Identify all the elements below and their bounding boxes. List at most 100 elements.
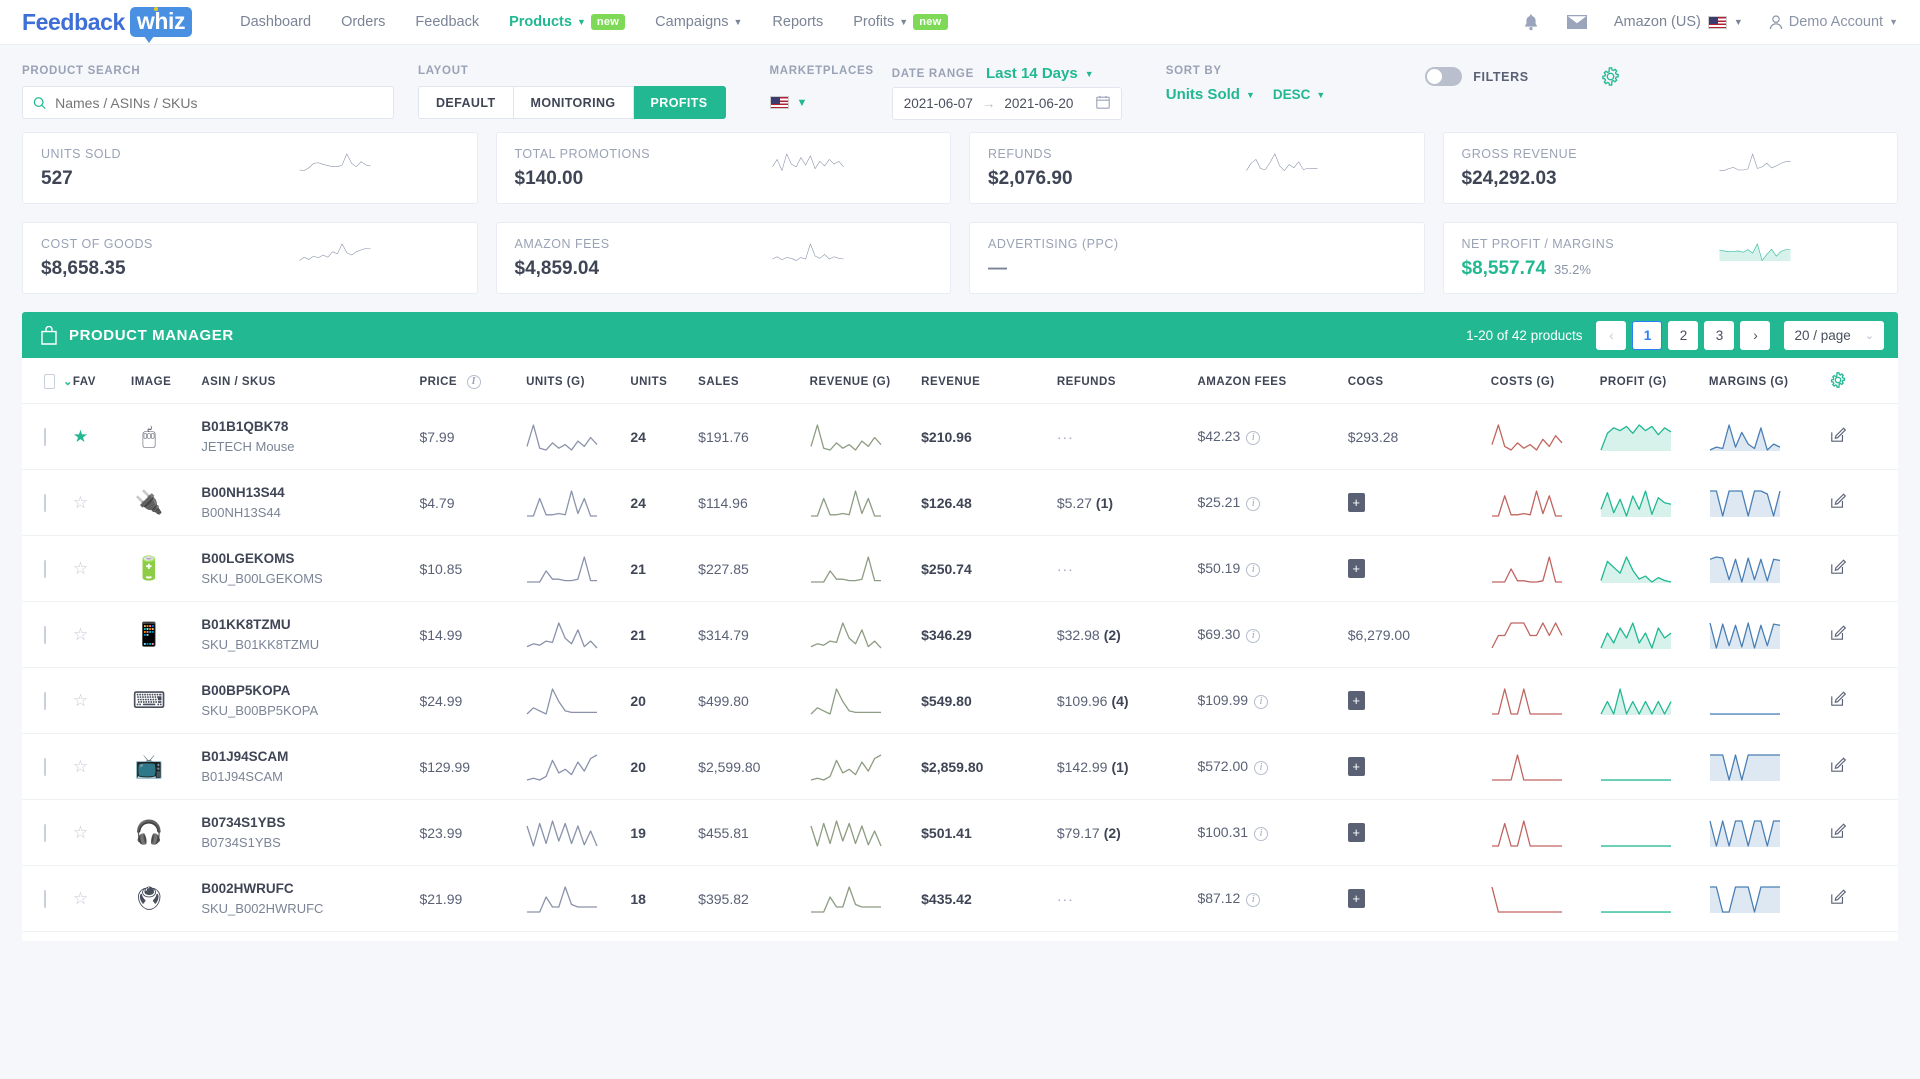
row-asin-cell[interactable]: B0734S1YBS B0734S1YBS [201, 799, 420, 866]
marketplace-selector[interactable]: Amazon (US) ▼ [1614, 14, 1743, 30]
table-row[interactable]: ★📱B01J94T1Z2B01J94T1Z2$99.99 18$1,799.82 $… [22, 931, 1898, 941]
info-icon[interactable]: i [1254, 694, 1269, 709]
header-costs-g[interactable]: COSTS (G) [1490, 358, 1600, 404]
nav-item-products[interactable]: Products ▼ new [509, 14, 626, 30]
pagination-page-3[interactable]: 3 [1704, 320, 1735, 350]
pagination-next-button[interactable]: › [1740, 320, 1771, 350]
row-checkbox[interactable] [44, 757, 46, 776]
row-checkbox[interactable] [44, 493, 46, 512]
pagination-page-2[interactable]: 2 [1668, 320, 1699, 350]
date-range-input[interactable]: 2021-06-07 → 2021-06-20 [891, 87, 1122, 120]
notifications-bell-icon[interactable] [1522, 13, 1540, 32]
date-range-preset[interactable]: Last 14 Days ▼ [986, 65, 1094, 82]
favorite-star-icon[interactable]: ☆ [73, 559, 88, 578]
info-icon[interactable]: i [1246, 892, 1261, 907]
nav-item-reports[interactable]: Reports [772, 14, 823, 30]
header-price[interactable]: PRICE i [419, 358, 527, 404]
product-thumbnail[interactable]: 🖲 [131, 883, 167, 915]
edit-row-icon[interactable] [1830, 625, 1847, 641]
row-checkbox[interactable] [44, 559, 46, 578]
info-icon[interactable]: i [1246, 496, 1261, 511]
header-revenue-g[interactable]: REVENUE (G) [809, 358, 922, 404]
table-row[interactable]: ☆ 🖲 B002HWRUFC SKU_B002HWRUFC $21.99 18 $395.8… [22, 865, 1898, 932]
row-asin-cell[interactable]: B01KK8TZMU SKU_B01KK8TZMU [201, 601, 420, 668]
table-row[interactable]: ★ 🖱 B01B1QBK78 JETECH Mouse $7.99 24 $191.76 $2… [22, 403, 1898, 470]
add-cogs-button[interactable]: + [1347, 559, 1365, 578]
add-cogs-button[interactable]: + [1347, 889, 1365, 908]
header-column-settings[interactable] [1830, 358, 1898, 404]
header-revenue[interactable]: REVENUE [921, 358, 1057, 404]
edit-row-icon[interactable] [1830, 691, 1847, 707]
row-asin-cell[interactable]: B01J94SCAM B01J94SCAM [201, 733, 420, 800]
product-table-scroll[interactable]: ⌄ FAV IMAGE ASIN / SKUS PRICE i UNITS (G… [22, 358, 1898, 941]
marketplaces-selector[interactable]: ▼ [769, 86, 874, 119]
product-thumbnail[interactable]: 📺 [131, 751, 167, 783]
favorite-star-icon[interactable]: ☆ [73, 691, 88, 710]
table-row[interactable]: ☆ ⌨ B00BP5KOPA SKU_B00BP5KOPA $24.99 20 $499.8… [22, 667, 1898, 734]
info-icon[interactable]: i [1246, 562, 1261, 577]
favorite-star-icon[interactable]: ★ [73, 427, 88, 446]
layout-option-monitoring[interactable]: MONITORING [513, 86, 634, 119]
info-icon[interactable]: i [1246, 628, 1261, 643]
table-row[interactable]: ☆ 📱 B01KK8TZMU SKU_B01KK8TZMU $14.99 21 $314.7… [22, 601, 1898, 668]
favorite-star-icon[interactable]: ☆ [73, 493, 88, 512]
header-amazon-fees[interactable]: AMAZON FEES [1197, 358, 1348, 404]
filters-toggle[interactable] [1425, 67, 1463, 86]
search-input[interactable] [55, 94, 383, 111]
product-thumbnail[interactable]: 📱 [131, 619, 167, 651]
app-logo[interactable]: Feedback whiz [22, 7, 193, 43]
edit-row-icon[interactable] [1830, 559, 1847, 575]
add-cogs-button[interactable]: + [1347, 691, 1365, 710]
select-all-checkbox[interactable] [44, 374, 56, 389]
product-thumbnail[interactable]: 🔋 [131, 553, 167, 585]
favorite-star-icon[interactable]: ☆ [73, 889, 88, 908]
info-icon[interactable]: i [1254, 760, 1269, 775]
row-asin-cell[interactable]: B00BP5KOPA SKU_B00BP5KOPA [201, 667, 420, 734]
row-checkbox[interactable] [44, 625, 46, 644]
edit-row-icon[interactable] [1830, 757, 1847, 773]
messages-envelope-icon[interactable] [1566, 14, 1588, 30]
row-asin-cell[interactable]: B01J94T1Z2B01J94T1Z2 [201, 931, 420, 941]
account-menu[interactable]: Demo Account ▼ [1769, 14, 1898, 30]
header-margins-g[interactable]: MARGINS (G) [1708, 358, 1831, 404]
table-row[interactable]: ☆ 🔋 B00LGEKOMS SKU_B00LGEKOMS $10.85 21 $227.8… [22, 535, 1898, 602]
favorite-star-icon[interactable]: ☆ [73, 757, 88, 776]
header-sales[interactable]: SALES [698, 358, 810, 404]
table-row[interactable]: ☆ 🎧 B0734S1YBS B0734S1YBS $23.99 19 $455.81 $50… [22, 799, 1898, 866]
columns-gear-icon[interactable] [1830, 372, 1846, 391]
pagination-page-1[interactable]: 1 [1632, 320, 1663, 350]
header-profit-g[interactable]: PROFIT (G) [1599, 358, 1709, 404]
per-page-selector[interactable]: 20 / page ⌄ [1784, 320, 1884, 350]
product-thumbnail[interactable]: 🎧 [131, 817, 167, 849]
product-thumbnail[interactable]: 🖱 [131, 421, 167, 453]
header-cogs[interactable]: COGS [1347, 358, 1491, 404]
layout-option-profits[interactable]: PROFITS [633, 86, 726, 119]
edit-row-icon[interactable] [1830, 823, 1847, 839]
row-checkbox[interactable] [44, 823, 46, 842]
header-refunds[interactable]: REFUNDS [1056, 358, 1198, 404]
row-checkbox[interactable] [44, 691, 46, 710]
row-checkbox[interactable] [44, 889, 46, 908]
header-image[interactable]: IMAGE [131, 358, 202, 404]
header-units-g[interactable]: UNITS (G) [526, 358, 631, 404]
table-row[interactable]: ☆ 🔌 B00NH13S44 B00NH13S44 $4.79 24 $114.96 $126… [22, 469, 1898, 536]
add-cogs-button[interactable]: + [1347, 757, 1365, 776]
nav-item-dashboard[interactable]: Dashboard [240, 14, 311, 30]
row-asin-cell[interactable]: B01B1QBK78 JETECH Mouse [201, 403, 420, 470]
edit-row-icon[interactable] [1830, 493, 1847, 509]
header-fav[interactable]: FAV [72, 358, 132, 404]
add-cogs-button[interactable]: + [1347, 823, 1365, 842]
sort-direction-selector[interactable]: DESC ▼ [1273, 87, 1325, 102]
table-row[interactable]: ☆ 📺 B01J94SCAM B01J94SCAM $129.99 20 $2,599.80… [22, 733, 1898, 800]
product-thumbnail[interactable]: 🔌 [131, 487, 167, 519]
header-units[interactable]: UNITS [630, 358, 699, 404]
nav-item-orders[interactable]: Orders [341, 14, 385, 30]
info-icon[interactable]: i [466, 374, 481, 389]
add-cogs-button[interactable]: + [1347, 493, 1365, 512]
header-asin-skus[interactable]: ASIN / SKUS [201, 358, 420, 404]
product-search-box[interactable] [22, 86, 394, 119]
chevron-down-icon[interactable]: ⌄ [63, 375, 73, 388]
row-checkbox[interactable] [44, 427, 46, 446]
favorite-star-icon[interactable]: ☆ [73, 823, 88, 842]
favorite-star-icon[interactable]: ☆ [73, 625, 88, 644]
